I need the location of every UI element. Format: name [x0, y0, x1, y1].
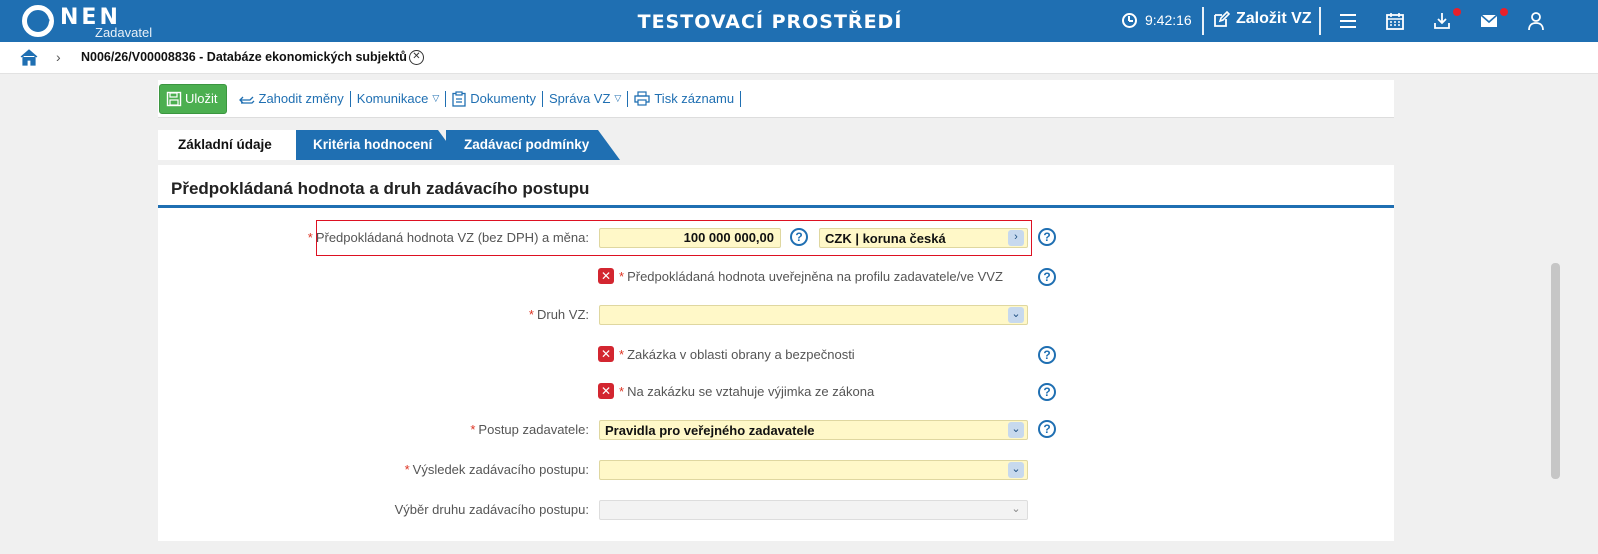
- exception-checkbox-label: * Na zakázku se vztahuje výjimka ze zákon…: [619, 384, 874, 399]
- type-label: * Druh VZ:: [400, 307, 589, 322]
- chevron-down-icon[interactable]: ⌄: [1008, 307, 1024, 323]
- required-marker: *: [619, 269, 625, 284]
- estimated-value-label: * Předpokládaná hodnota VZ (bez DPH) a mě…: [300, 230, 589, 245]
- download-notification-dot: [1453, 8, 1461, 16]
- communication-label: Komunikace: [356, 91, 429, 106]
- clock-icon: [1122, 12, 1137, 28]
- procedure-value: Pravidla pro veřejného zadavatele: [605, 423, 815, 438]
- discard-changes-button[interactable]: Zahodit změny: [233, 90, 351, 107]
- unchecked-x-checkbox[interactable]: ✕: [598, 383, 614, 399]
- help-icon[interactable]: ?: [790, 228, 808, 246]
- chevron-down-icon[interactable]: ⌄: [1008, 422, 1024, 438]
- mail-icon[interactable]: [1479, 11, 1499, 31]
- top-bar: NEN Zadavatel TESTOVACÍ PROSTŘEDÍ 9:42:1…: [0, 0, 1598, 42]
- chevron-right-icon[interactable]: ›: [1008, 230, 1024, 246]
- tab-tender-conditions[interactable]: Zadávací podmínky: [446, 130, 620, 160]
- section-title: Předpokládaná hodnota a druh zadávacího …: [171, 179, 590, 198]
- published-label-text: Předpokládaná hodnota uveřejněna na prof…: [627, 269, 1003, 284]
- required-marker: *: [307, 230, 313, 245]
- section-divider: [158, 205, 1394, 208]
- calendar-icon[interactable]: [1385, 11, 1405, 31]
- defense-label-text: Zakázka v oblasti obrany a bezpečnosti: [627, 347, 855, 362]
- chevron-down-icon[interactable]: ⌄: [1008, 462, 1024, 478]
- currency-select[interactable]: CZK | koruna česká ›: [819, 228, 1028, 248]
- print-label: Tisk záznamu: [654, 91, 735, 106]
- scrollbar-thumb[interactable]: [1551, 263, 1560, 479]
- tab-evaluation-criteria[interactable]: Kritéria hodnocení: [296, 130, 460, 160]
- discard-label: Zahodit změny: [258, 91, 344, 106]
- result-select[interactable]: ⌄: [599, 460, 1028, 480]
- unchecked-x-checkbox[interactable]: ✕: [598, 268, 614, 284]
- required-marker: *: [404, 462, 410, 477]
- documents-button[interactable]: Dokumenty: [446, 90, 543, 107]
- edit-icon: [1214, 10, 1230, 27]
- clipboard-icon: [452, 90, 466, 107]
- save-button[interactable]: Uložit: [159, 83, 227, 114]
- user-icon[interactable]: [1526, 11, 1546, 31]
- help-icon[interactable]: ?: [1038, 228, 1056, 246]
- required-marker: *: [470, 422, 476, 437]
- close-icon[interactable]: ✕: [409, 50, 424, 65]
- chevron-right-icon: ›: [56, 49, 61, 65]
- selection-label: Výběr druhu zadávacího postupu:: [394, 502, 589, 517]
- download-icon[interactable]: [1432, 11, 1452, 31]
- printer-icon: [634, 91, 650, 106]
- tab-basic-info[interactable]: Základní údaje: [158, 130, 312, 160]
- caret-down-icon: ▽: [614, 93, 622, 103]
- type-select[interactable]: ⌄: [599, 305, 1028, 325]
- selection-select[interactable]: ⌄: [599, 500, 1028, 520]
- result-label: * Výsledek zadávacího postupu:: [380, 462, 589, 477]
- save-label: Uložit: [185, 91, 218, 106]
- required-marker: *: [528, 307, 534, 322]
- menu-icon[interactable]: [1338, 11, 1358, 31]
- currency-value: CZK | koruna česká: [825, 231, 946, 246]
- vz-management-label: Správa VZ: [549, 91, 611, 106]
- print-button[interactable]: Tisk záznamu: [628, 90, 742, 107]
- documents-label: Dokumenty: [470, 91, 536, 106]
- mail-notification-dot: [1500, 8, 1508, 16]
- procedure-label: * Postup zadavatele:: [400, 422, 589, 437]
- estimated-value-input[interactable]: 100 000 000,00: [599, 228, 781, 248]
- type-label-text: Druh VZ:: [536, 307, 589, 322]
- help-icon[interactable]: ?: [1038, 268, 1056, 286]
- result-label-text: Výsledek zadávacího postupu:: [412, 462, 589, 477]
- divider: [1202, 7, 1204, 35]
- divider: [1319, 7, 1321, 35]
- create-vz-button[interactable]: Založit VZ: [1213, 10, 1312, 28]
- clock-time: 9:42:16: [1145, 12, 1192, 28]
- help-icon[interactable]: ?: [1038, 346, 1056, 364]
- create-vz-label: Založit VZ: [1236, 10, 1312, 27]
- vz-management-menu[interactable]: Správa VZ ▽: [543, 90, 629, 107]
- toolbar: Uložit Zahodit změny Komunikace ▽ Dokume…: [158, 80, 1394, 118]
- home-icon[interactable]: [20, 49, 38, 66]
- breadcrumb-item[interactable]: N006/26/V00008836 - Databáze ekonomickýc…: [81, 50, 407, 64]
- required-marker: *: [619, 347, 625, 362]
- procedure-label-text: Postup zadavatele:: [478, 422, 589, 437]
- floppy-icon: [166, 91, 182, 106]
- required-marker: *: [619, 384, 625, 399]
- caret-down-icon: ▽: [432, 93, 440, 103]
- procedure-select[interactable]: Pravidla pro veřejného zadavatele ⌄: [599, 420, 1028, 440]
- help-icon[interactable]: ?: [1038, 383, 1056, 401]
- session-clock: 9:42:16: [1122, 12, 1192, 28]
- estimated-value-label-text: Předpokládaná hodnota VZ (bez DPH) a měn…: [315, 230, 589, 245]
- exception-label-text: Na zakázku se vztahuje výjimka ze zákona: [627, 384, 875, 399]
- undo-icon: [238, 96, 254, 104]
- help-icon[interactable]: ?: [1038, 420, 1056, 438]
- chevron-down-icon[interactable]: ⌄: [1008, 502, 1024, 518]
- unchecked-x-checkbox[interactable]: ✕: [598, 346, 614, 362]
- defense-checkbox-label: * Zakázka v oblasti obrany a bezpečnosti: [619, 347, 855, 362]
- breadcrumb: › N006/26/V00008836 - Databáze ekonomick…: [0, 42, 1598, 74]
- published-checkbox-label: * Předpokládaná hodnota uveřejněna na pro…: [619, 269, 1003, 284]
- communication-menu[interactable]: Komunikace ▽: [351, 90, 447, 107]
